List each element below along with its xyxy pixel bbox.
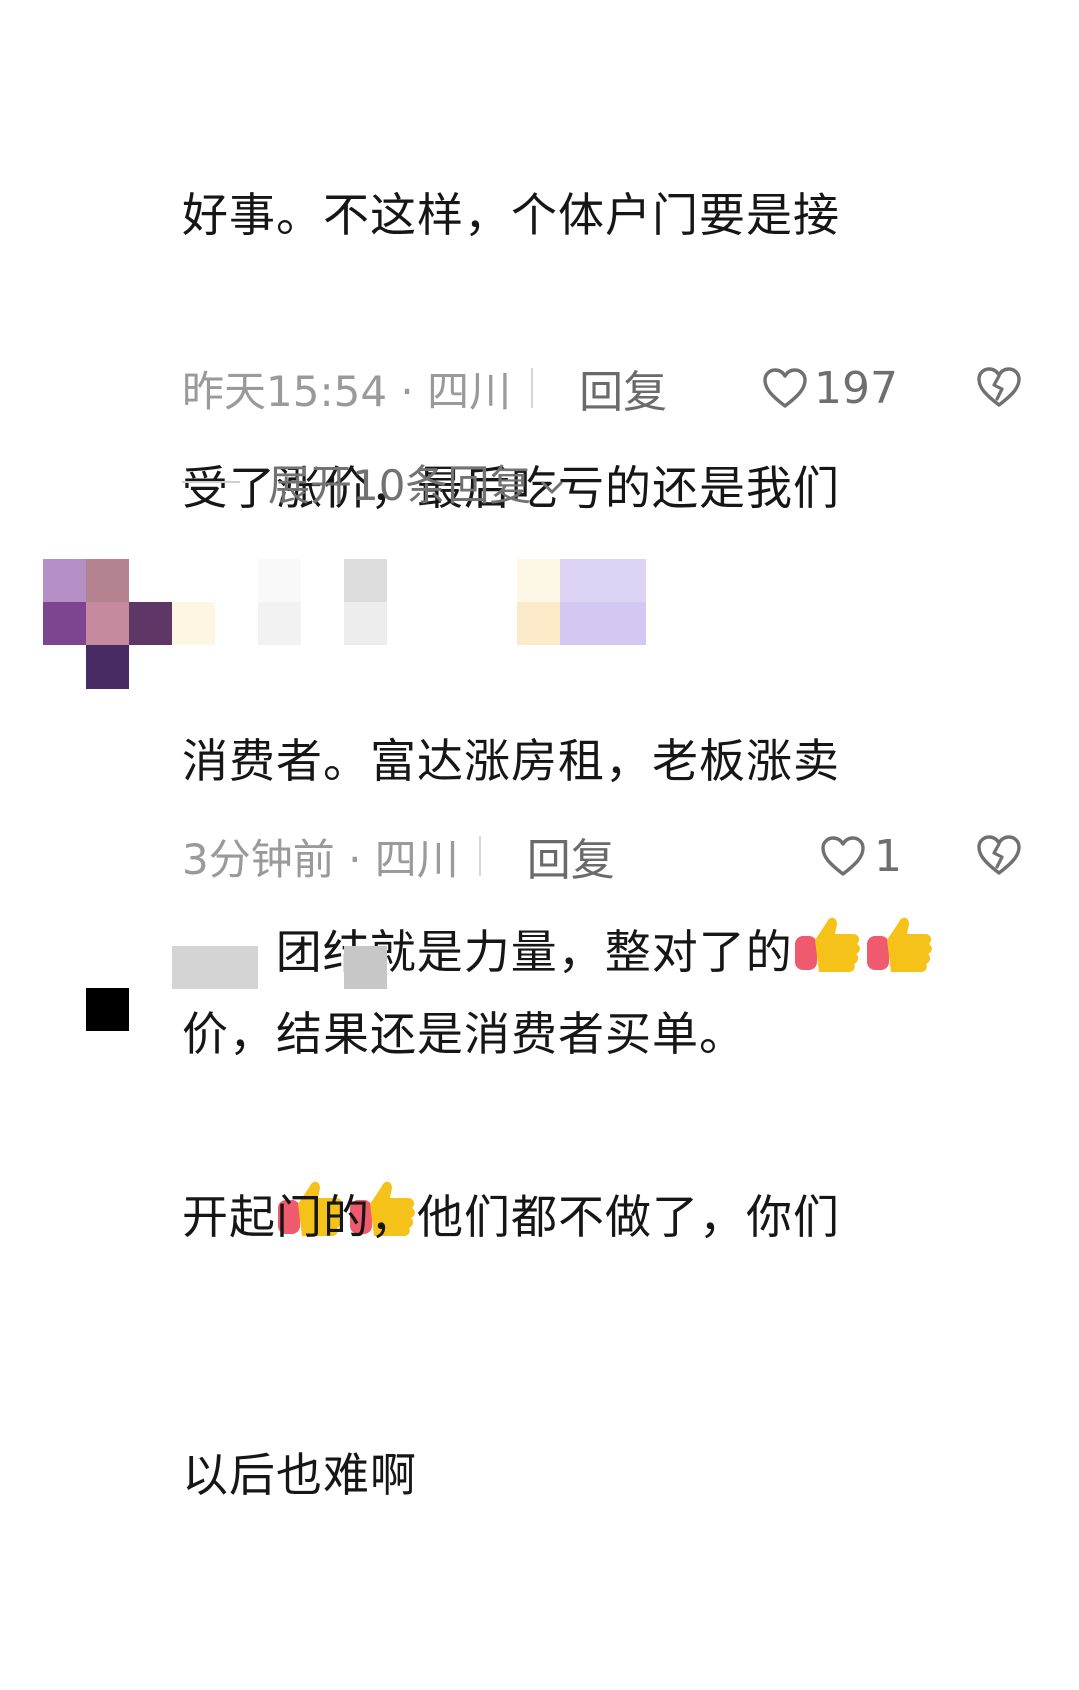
username-redacted[interactable] bbox=[172, 946, 392, 989]
comment-1-meta-row: 昨天15:54 · 四川 回复 bbox=[182, 360, 1042, 419]
comment-3-text: 开起门的，他们都不做了，你们 以后也难啊 bbox=[182, 1002, 1012, 1690]
comment-1-time-location: 昨天15:54 · 四川 bbox=[182, 366, 512, 416]
broken-heart-icon bbox=[976, 367, 1022, 412]
comment-1-like-button[interactable]: 197 bbox=[762, 360, 898, 416]
meta-divider bbox=[531, 368, 534, 408]
meta-divider bbox=[478, 836, 481, 876]
username-redacted[interactable] bbox=[172, 559, 732, 645]
comment-3: 开起门的，他们都不做了，你们 以后也难啊 bbox=[0, 930, 1079, 1502]
comment-2-time-location: 3分钟前 · 四川 bbox=[182, 834, 459, 884]
comment-1: 好事。不这样，个体户门要是接 受了涨价，最后吃亏的还是我们 消费者。富达涨房租，… bbox=[0, 0, 1079, 1061]
comment-2-meta-row: 3分钟前 · 四川 回复 bbox=[182, 828, 882, 887]
comment-3-line-2: 以后也难啊 bbox=[182, 1448, 417, 1502]
comment-1-like-count: 197 bbox=[814, 362, 898, 414]
heart-outline-icon bbox=[762, 367, 808, 409]
chevron-down-icon bbox=[539, 458, 565, 507]
expand-replies-label: 展开10条回复 bbox=[268, 460, 532, 510]
comment-3-line-1: 开起门的，他们都不做了，你们 bbox=[182, 1190, 840, 1244]
comment-1-reply-button[interactable]: 回复 bbox=[579, 356, 667, 420]
avatar[interactable] bbox=[43, 559, 173, 689]
expand-replies-button[interactable]: 展开10条回复 bbox=[182, 452, 565, 512]
expand-divider-line bbox=[182, 481, 240, 483]
heart-outline-icon bbox=[820, 835, 866, 877]
comment-1-dislike-button[interactable] bbox=[976, 366, 1022, 410]
comment-1-line-1: 好事。不这样，个体户门要是接 bbox=[182, 188, 840, 242]
comment-2: 团结就是力量，整对了的 3分钟前 · 四川 回复 1 bbox=[0, 540, 1079, 1236]
broken-heart-icon bbox=[976, 835, 1022, 880]
avatar[interactable] bbox=[86, 988, 129, 1031]
comment-2-reply-button[interactable]: 回复 bbox=[527, 824, 615, 888]
comment-2-dislike-button[interactable] bbox=[976, 834, 1022, 878]
comment-2-like-button[interactable]: 1 bbox=[820, 828, 902, 884]
comment-2-like-count: 1 bbox=[874, 830, 902, 882]
